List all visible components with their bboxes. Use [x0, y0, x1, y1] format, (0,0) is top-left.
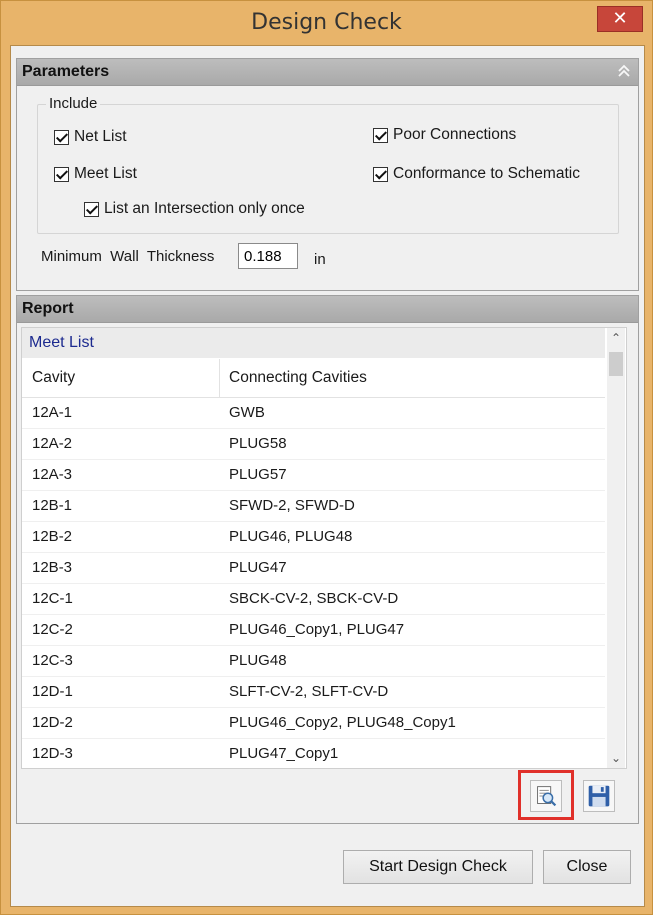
- connecting-cell: PLUG46_Copy1, PLUG47: [229, 621, 405, 638]
- conformance-checkbox[interactable]: Conformance to Schematic: [373, 165, 580, 183]
- double-chevron-up-icon[interactable]: [616, 63, 632, 79]
- parameters-header[interactable]: Parameters: [17, 59, 638, 86]
- cavity-cell: 12B-2: [32, 528, 73, 545]
- report-rows: 12A-1 GWB 12A-2 PLUG58 12A-3 PLUG57 12B-1 SF…: [22, 398, 605, 768]
- connecting-cell: PLUG47: [229, 559, 287, 576]
- intersection-once-label: List an Intersection only once: [104, 200, 305, 217]
- parameters-panel: Parameters Include Net List Meet List Li…: [16, 58, 639, 291]
- cavity-cell: 12C-3: [32, 652, 73, 669]
- connecting-cell: SBCK-CV-2, SBCK-CV-D: [229, 590, 399, 607]
- table-row[interactable]: 12B-1 SFWD-2, SFWD-D: [22, 491, 605, 522]
- include-groupbox: Include Net List Meet List List an Inter…: [37, 95, 619, 234]
- save-icon: [588, 785, 610, 807]
- design-check-window: Design Check ✕ Parameters Include Net Li…: [0, 0, 653, 915]
- poor-connections-label: Poor Connections: [393, 126, 517, 143]
- cavity-cell: 12C-1: [32, 590, 73, 607]
- dialog-client-area: Parameters Include Net List Meet List Li…: [10, 45, 645, 907]
- include-legend: Include: [46, 95, 101, 112]
- report-header: Report: [17, 296, 638, 323]
- table-row[interactable]: 12C-3 PLUG48: [22, 646, 605, 677]
- cavity-cell: 12D-2: [32, 714, 73, 731]
- report-panel: Report Meet List Cavity Connecting Cavit…: [16, 295, 639, 824]
- report-header-label: Report: [22, 300, 74, 317]
- scroll-down-icon[interactable]: ⌄: [607, 748, 625, 768]
- title-bar[interactable]: Design Check ✕: [1, 1, 652, 45]
- table-row[interactable]: 12A-2 PLUG58: [22, 429, 605, 460]
- report-column-headers: Cavity Connecting Cavities: [22, 359, 605, 398]
- cavity-cell: 12A-3: [32, 466, 73, 483]
- column-header-cavity[interactable]: Cavity: [32, 359, 75, 397]
- report-vertical-scrollbar[interactable]: ⌃ ⌄: [607, 328, 625, 768]
- start-design-check-button[interactable]: Start Design Check: [343, 850, 533, 884]
- connecting-cell: PLUG58: [229, 435, 287, 452]
- connecting-cell: PLUG46, PLUG48: [229, 528, 353, 545]
- checkbox-checked-icon[interactable]: [84, 201, 99, 217]
- connecting-cell: PLUG48: [229, 652, 287, 669]
- meet-list-checkbox[interactable]: Meet List: [54, 165, 137, 183]
- min-wall-thickness-input[interactable]: [238, 243, 298, 269]
- close-button[interactable]: Close: [543, 850, 631, 884]
- conformance-label: Conformance to Schematic: [393, 165, 580, 182]
- meet-list-section-title: Meet List: [22, 328, 605, 358]
- checkbox-checked-icon[interactable]: [54, 129, 69, 145]
- cavity-cell: 12A-2: [32, 435, 73, 452]
- print-preview-icon: [537, 786, 557, 807]
- table-row[interactable]: 12D-1 SLFT-CV-2, SLFT-CV-D: [22, 677, 605, 708]
- connecting-cell: PLUG57: [229, 466, 287, 483]
- connecting-cell: PLUG47_Copy1: [229, 745, 339, 762]
- table-row[interactable]: 12C-2 PLUG46_Copy1, PLUG47: [22, 615, 605, 646]
- checkbox-checked-icon[interactable]: [54, 166, 69, 182]
- cavity-cell: 12C-2: [32, 621, 73, 638]
- checkbox-checked-icon[interactable]: [373, 166, 388, 182]
- cavity-cell: 12A-1: [32, 404, 73, 421]
- table-row[interactable]: 12B-2 PLUG46, PLUG48: [22, 522, 605, 553]
- net-list-label: Net List: [74, 128, 127, 145]
- connecting-cell: PLUG46_Copy2, PLUG48_Copy1: [229, 714, 456, 731]
- table-row[interactable]: 12C-1 SBCK-CV-2, SBCK-CV-D: [22, 584, 605, 615]
- intersection-once-checkbox[interactable]: List an Intersection only once: [84, 200, 305, 218]
- meet-list-label: Meet List: [74, 165, 137, 182]
- min-wall-thickness-label: Minimum Wall Thickness: [41, 248, 215, 265]
- cavity-cell: 12D-1: [32, 683, 73, 700]
- report-list[interactable]: Meet List Cavity Connecting Cavities 12A…: [21, 327, 627, 769]
- cavity-cell: 12D-3: [32, 745, 73, 762]
- connecting-cell: GWB: [229, 404, 265, 421]
- checkbox-checked-icon[interactable]: [373, 127, 388, 143]
- poor-connections-checkbox[interactable]: Poor Connections: [373, 126, 516, 144]
- connecting-cell: SLFT-CV-2, SLFT-CV-D: [229, 683, 389, 700]
- window-title: Design Check: [251, 10, 402, 35]
- window-close-button[interactable]: ✕: [597, 6, 643, 32]
- cavity-cell: 12B-1: [32, 497, 73, 514]
- connecting-cell: SFWD-2, SFWD-D: [229, 497, 355, 514]
- table-row[interactable]: 12B-3 PLUG47: [22, 553, 605, 584]
- column-divider[interactable]: [219, 359, 220, 397]
- scroll-up-icon[interactable]: ⌃: [607, 328, 625, 348]
- table-row[interactable]: 12D-3 PLUG47_Copy1: [22, 739, 605, 768]
- cavity-cell: 12B-3: [32, 559, 73, 576]
- table-row[interactable]: 12A-3 PLUG57: [22, 460, 605, 491]
- print-preview-button[interactable]: [530, 780, 562, 812]
- net-list-checkbox[interactable]: Net List: [54, 128, 127, 146]
- save-report-button[interactable]: [583, 780, 615, 812]
- parameters-header-label: Parameters: [22, 63, 110, 80]
- table-row[interactable]: 12D-2 PLUG46_Copy2, PLUG48_Copy1: [22, 708, 605, 739]
- min-wall-thickness-unit: in: [314, 251, 326, 268]
- column-header-connecting-cavities[interactable]: Connecting Cavities: [229, 359, 367, 397]
- scroll-thumb[interactable]: [609, 352, 623, 376]
- table-row[interactable]: 12A-1 GWB: [22, 398, 605, 429]
